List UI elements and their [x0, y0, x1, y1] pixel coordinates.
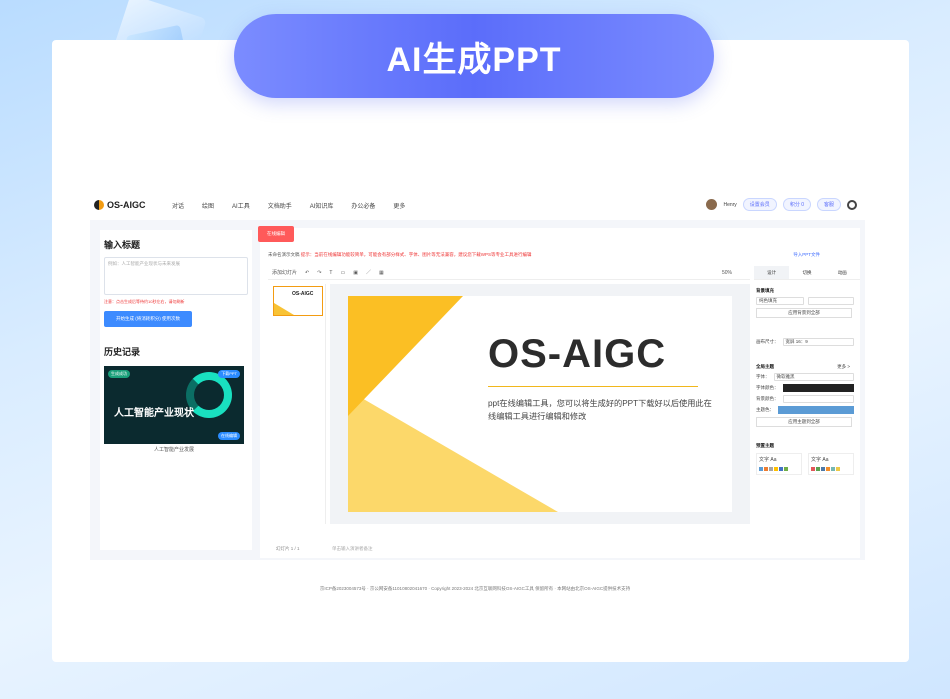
- preset-theme-2[interactable]: 文字 Aa: [808, 453, 854, 475]
- logo-mark-icon: [94, 200, 104, 210]
- font-color-swatch[interactable]: [782, 384, 854, 392]
- undo-icon[interactable]: ↶: [305, 270, 309, 276]
- table-icon[interactable]: ▦: [379, 270, 384, 276]
- nav-item-draw[interactable]: 绘图: [202, 201, 214, 210]
- bg-fill-heading: 背景填充: [756, 288, 774, 293]
- tab-transition[interactable]: 切换: [789, 266, 825, 280]
- history-heading: 历史记录: [104, 347, 141, 357]
- theme-color-label: 主题色：: [756, 407, 774, 412]
- font-label: 字体：: [756, 374, 770, 379]
- nav-item-kb[interactable]: AI知识库: [310, 201, 334, 210]
- bg-color-swatch[interactable]: [782, 395, 854, 403]
- editor-workspace: 在线编辑 未命名演示文稿 提示：当前在线编辑功能较简单，可能会有部分样式、字体、…: [258, 226, 860, 558]
- app-screenshot: OS-AIGC 对话 绘图 AI工具 文档助手 AI知识库 办公必备 更多 He…: [90, 190, 865, 560]
- zoom-level[interactable]: 50%: [722, 270, 732, 276]
- preset-theme-heading: 预置主题: [756, 443, 774, 448]
- fill-type-select[interactable]: 纯色填充: [756, 297, 804, 305]
- ratio-row: 画布尺寸： 宽屏 16：9: [756, 338, 854, 346]
- redo-icon[interactable]: ↷: [317, 270, 321, 276]
- palette: [811, 467, 851, 471]
- slide-thumb-1[interactable]: OS-AIGC: [273, 286, 323, 316]
- triangle-top: [348, 296, 463, 416]
- history-thumbnail[interactable]: 生成成功 下载PPT 人工智能产业现状 在线编辑: [104, 366, 244, 444]
- slide-subtitle[interactable]: ppt在线编辑工具，您可以将生成好的PPT下载好以后使用此在线编辑工具进行编辑和…: [488, 398, 718, 423]
- member-button[interactable]: 设置会员: [742, 198, 777, 211]
- page-indicator: 幻灯片 1 / 1: [276, 546, 300, 551]
- online-edit-button[interactable]: 在线编辑: [258, 226, 294, 242]
- logo[interactable]: OS-AIGC: [94, 200, 154, 210]
- apply-theme-button[interactable]: 应用主题到全部: [756, 417, 852, 427]
- theme-color-row: 主题色：: [756, 406, 854, 414]
- generate-button[interactable]: 开始生成 (将消耗积分) 使用次数: [104, 311, 192, 327]
- bg-color-row: 背景颜色：: [756, 395, 854, 403]
- warning-text: 注意：点击生成后等待约10秒左右，请勿刷新: [104, 299, 185, 304]
- tab-animation[interactable]: 动画: [824, 266, 860, 280]
- doc-name: 未命名演示文稿: [268, 252, 300, 257]
- apply-bg-button[interactable]: 应用背景到全部: [756, 308, 852, 318]
- download-badge[interactable]: 下载PPT: [218, 370, 240, 378]
- top-nav: OS-AIGC 对话 绘图 AI工具 文档助手 AI知识库 办公必备 更多 He…: [90, 190, 865, 220]
- fill-color-picker[interactable]: [808, 297, 854, 305]
- page-title-banner: AI生成PPT: [234, 14, 714, 98]
- nav-item-chat[interactable]: 对话: [172, 201, 184, 210]
- image-icon[interactable]: ▣: [353, 270, 358, 276]
- footer: 京ICP备2023004573号 · 京公网安备11010802041670 ·…: [319, 586, 631, 591]
- preset-themes: 文字 Aa 文字 Aa: [756, 453, 854, 475]
- font-color-label: 字体颜色：: [756, 385, 779, 390]
- service-button[interactable]: 客服: [816, 198, 841, 211]
- logo-text: OS-AIGC: [107, 200, 146, 210]
- shape-icon[interactable]: ▭: [340, 270, 345, 276]
- line-icon[interactable]: ／: [366, 269, 371, 276]
- input-title-heading: 输入标题: [104, 240, 141, 250]
- editor-toolbar: 添加幻灯片 ↶ ↷ T ▭ ▣ ／ ▦ 50%: [268, 266, 750, 280]
- mini-slide-title: OS-AIGC: [292, 291, 314, 297]
- palette: [759, 467, 799, 471]
- global-theme-heading: 全局主题: [756, 364, 774, 369]
- import-ppt-link[interactable]: 导入PPT文件: [793, 252, 820, 258]
- preset-theme-1[interactable]: 文字 Aa: [756, 453, 802, 475]
- history-thumb-title: 人工智能产业现状: [114, 408, 194, 419]
- fill-row: 纯色填充: [756, 297, 854, 305]
- theme-color-swatch[interactable]: [778, 406, 854, 414]
- ratio-select[interactable]: 宽屏 16：9: [782, 338, 854, 346]
- preset-sample-text: 文字 Aa: [759, 457, 777, 463]
- slide-divider: [488, 386, 698, 387]
- nav-item-doc[interactable]: 文档助手: [268, 201, 292, 210]
- mini-triangle: [274, 303, 294, 315]
- left-panel: 输入标题 例如：人工智能产业现状与未来发展 注意：点击生成后等待约10秒左右，请…: [100, 230, 252, 550]
- status-badge: 生成成功: [108, 370, 130, 378]
- ratio-label: 画布尺寸：: [756, 339, 779, 344]
- gear-icon[interactable]: [847, 199, 857, 210]
- add-slide-button[interactable]: 添加幻灯片: [272, 269, 297, 276]
- props-tabs: 设计 切换 动画: [754, 266, 860, 280]
- slide-thumbnails: OS-AIGC: [268, 284, 326, 524]
- username: Henry: [723, 201, 737, 208]
- nav-item-ai-tools[interactable]: AI工具: [232, 201, 250, 210]
- tab-design[interactable]: 设计: [754, 266, 790, 280]
- main-slide[interactable]: OS-AIGC ppt在线编辑工具，您可以将生成好的PPT下载好以后使用此在线编…: [348, 296, 732, 512]
- more-link[interactable]: 更多 >: [837, 364, 850, 370]
- preset-sample-text: 文字 Aa: [811, 457, 829, 463]
- notice-text: 提示：当前在线编辑功能较简单，可能会有部分样式、字体、图片等无法兼容，建议您下载…: [300, 252, 532, 257]
- design-panel: 背景填充 纯色填充 应用背景到全部 画布尺寸： 宽屏 16：9 全局主题 更多 …: [754, 284, 854, 544]
- theme-heading-row: 全局主题 更多 >: [756, 364, 854, 370]
- notice-bar: 未命名演示文稿 提示：当前在线编辑功能较简单，可能会有部分样式、字体、图片等无法…: [268, 252, 532, 258]
- edit-online-badge[interactable]: 在线编辑: [218, 432, 240, 440]
- font-color-row: 字体颜色：: [756, 384, 854, 392]
- bg-color-label: 背景颜色：: [756, 396, 779, 401]
- text-icon[interactable]: T: [329, 270, 332, 276]
- nav-item-office[interactable]: 办公必备: [351, 201, 375, 210]
- font-select[interactable]: 微软雅黑: [773, 373, 854, 381]
- avatar[interactable]: [706, 199, 718, 210]
- font-row: 字体： 微软雅黑: [756, 373, 854, 381]
- nav-right: Henry 设置会员 积分 0 客服: [706, 198, 857, 211]
- slide-title[interactable]: OS-AIGC: [488, 332, 666, 377]
- notes-input[interactable]: 单击输入演讲者备注: [332, 546, 373, 552]
- nav-item-more[interactable]: 更多: [393, 201, 405, 210]
- points-button[interactable]: 积分 0: [782, 198, 811, 211]
- title-input[interactable]: 例如：人工智能产业现状与未来发展: [104, 257, 248, 295]
- history-caption: 人工智能产业发展: [153, 447, 194, 453]
- canvas-area: OS-AIGC ppt在线编辑工具，您可以将生成好的PPT下载好以后使用此在线编…: [330, 284, 750, 524]
